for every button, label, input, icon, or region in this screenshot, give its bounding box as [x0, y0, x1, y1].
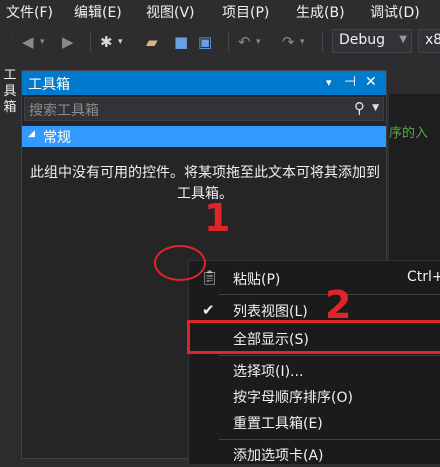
menu-item-label: 重置工具箱(E): [233, 416, 323, 432]
menu-item-reset-toolbox[interactable]: 重置工具箱(E): [189, 410, 440, 435]
open-folder-icon[interactable]: ▰: [146, 33, 158, 51]
configuration-select[interactable]: Debug ▼: [332, 29, 412, 53]
toolbox-group-general[interactable]: ◢ 常规: [22, 126, 386, 147]
side-tab-toolbox[interactable]: 工具箱: [2, 68, 18, 116]
configuration-value: Debug: [339, 32, 386, 48]
search-icon[interactable]: ⚲: [354, 99, 365, 117]
toolbar-separator: [228, 32, 229, 52]
annotation-highlight-box: [187, 320, 440, 354]
save-icon[interactable]: ■: [174, 33, 188, 51]
chevron-down-icon: ▼: [399, 34, 407, 45]
toolbox-search[interactable]: 搜索工具箱 ⚲ ▼: [24, 97, 384, 121]
search-dropdown-icon[interactable]: ▼: [372, 103, 379, 113]
close-icon[interactable]: ✕: [365, 74, 377, 90]
menu-edit[interactable]: 编辑(E): [74, 2, 122, 22]
annotation-circle: [154, 245, 206, 281]
side-tab-strip: [0, 62, 20, 459]
back-dropdown-icon[interactable]: ▾: [40, 37, 45, 47]
menu-debug[interactable]: 调试(D): [370, 2, 420, 22]
new-dropdown-icon[interactable]: ▾: [118, 37, 123, 47]
window-position-icon[interactable]: ▾: [326, 76, 332, 89]
group-label: 常规: [43, 130, 71, 146]
annotation-step-1: 1: [204, 196, 231, 240]
menu-item-label: 列表视图(L): [233, 304, 308, 320]
menu-bar: 文件(F) 编辑(E) 视图(V) 项目(P) 生成(B) 调试(D): [0, 0, 440, 24]
menu-item-sort-alphabetically[interactable]: 按字母顺序排序(O): [189, 384, 440, 409]
menu-separator: [219, 355, 440, 356]
menu-item-label: 粘贴(P): [233, 272, 281, 288]
undo-icon[interactable]: ↶: [238, 33, 251, 51]
redo-icon[interactable]: ↷: [282, 33, 295, 51]
platform-value: x8: [425, 32, 440, 48]
back-icon[interactable]: ◀: [22, 33, 34, 51]
menu-build[interactable]: 生成(B): [296, 2, 345, 22]
platform-select[interactable]: x8: [418, 29, 440, 53]
new-project-icon[interactable]: ✱: [100, 33, 113, 51]
forward-icon[interactable]: ▶: [62, 33, 74, 51]
menu-item-add-tab[interactable]: 添加选项卡(A): [189, 442, 440, 467]
check-icon: ✔: [202, 301, 215, 319]
menu-item-paste[interactable]: 📋︎ 粘贴(P) Ctrl+: [189, 266, 440, 291]
context-menu: 📋︎ 粘贴(P) Ctrl+ ✔ 列表视图(L) 全部显示(S) 选择项(I).…: [188, 260, 440, 465]
toolbar-separator: [322, 32, 323, 52]
editor-text: 序的入: [389, 126, 429, 141]
editor-tab-strip: [389, 70, 440, 94]
annotation-step-2: 2: [325, 283, 352, 327]
menu-item-choose-items[interactable]: 选择项(I)...: [189, 358, 440, 383]
undo-dropdown-icon[interactable]: ▾: [256, 37, 261, 47]
toolbar: ⋮⋮ ◀ ▾ ▶ ✱ ▾ ▰ ■ ▣ ↶ ▾ ↷ ▾ Debug ▼ x8: [0, 24, 440, 60]
toolbox-title-bar[interactable]: 工具箱 ▾ ⊣ ✕: [22, 71, 386, 95]
toolbox-title: 工具箱: [28, 77, 70, 93]
toolbar-grip-icon: ⋮⋮: [8, 30, 22, 38]
menu-file[interactable]: 文件(F): [6, 2, 53, 22]
collapse-triangle-icon: ◢: [28, 129, 35, 139]
menu-item-label: 按字母顺序排序(O): [233, 390, 353, 406]
search-input[interactable]: 搜索工具箱: [29, 100, 99, 120]
menu-separator: [219, 439, 440, 440]
menu-item-label: 选择项(I)...: [233, 364, 304, 380]
menu-view[interactable]: 视图(V): [146, 2, 195, 22]
menu-item-shortcut: Ctrl+: [407, 269, 440, 285]
paste-icon: 📋︎: [201, 270, 219, 286]
pin-icon[interactable]: ⊣: [344, 74, 356, 90]
save-all-icon[interactable]: ▣: [198, 33, 212, 51]
menu-item-label: 添加选项卡(A): [233, 448, 324, 464]
redo-dropdown-icon[interactable]: ▾: [300, 37, 305, 47]
toolbar-separator: [90, 32, 91, 52]
menu-project[interactable]: 项目(P): [222, 2, 269, 22]
